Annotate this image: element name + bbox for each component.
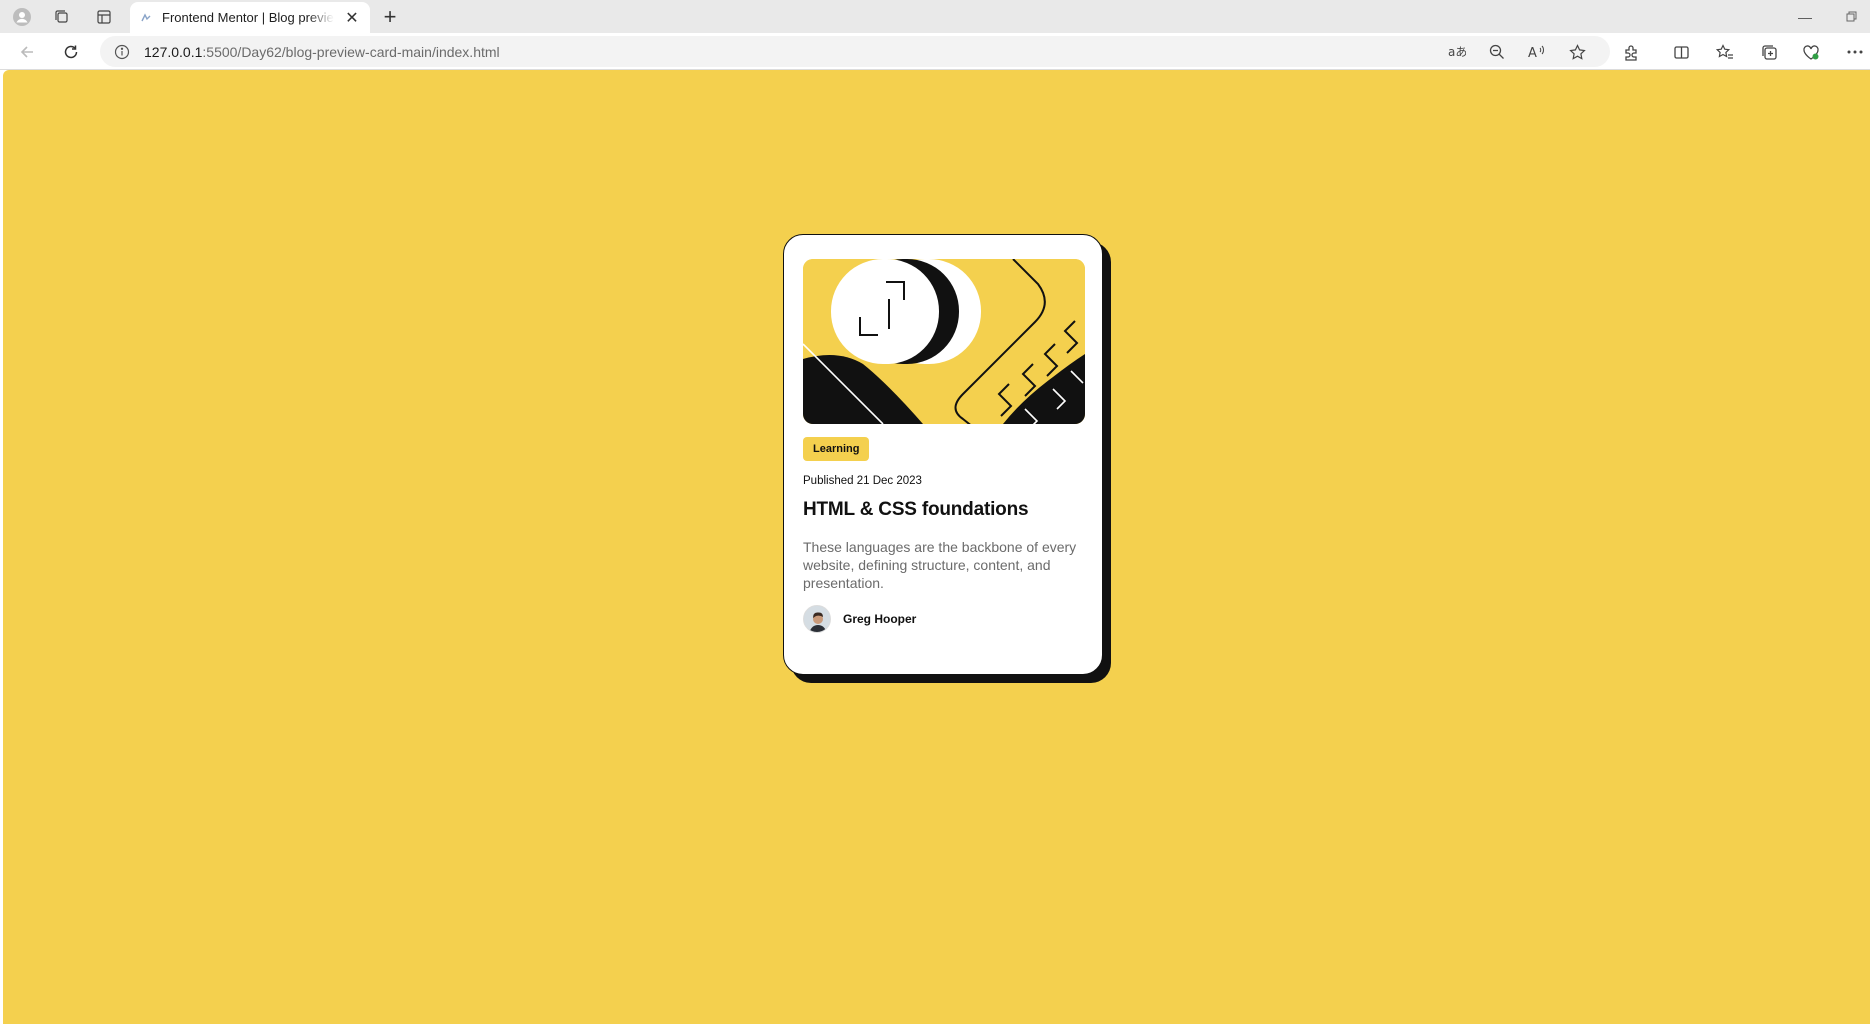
favorite-star-icon[interactable] [1562,37,1592,67]
close-tab-icon[interactable]: ✕ [344,8,360,28]
zoom-out-icon[interactable] [1482,37,1512,67]
tab-title: Frontend Mentor | Blog preview card [162,10,334,25]
split-screen-icon[interactable] [1666,37,1696,67]
page-viewport: Learning Published 21 Dec 2023 HTML & CS… [3,70,1870,1024]
workspaces-icon[interactable] [42,0,82,33]
restore-icon[interactable] [1828,0,1870,33]
category-tag: Learning [803,437,870,461]
published-date: Published 21 Dec 2023 [803,475,922,487]
svg-text:aあ: aあ [1448,45,1466,59]
back-button[interactable] [12,37,42,67]
address-bar[interactable]: 127.0.0.1:5500/Day62/blog-preview-card-m… [100,36,1610,67]
active-tab[interactable]: Frontend Mentor | Blog preview card ✕ [130,2,370,33]
collections-icon[interactable] [1754,37,1784,67]
browser-essentials-icon[interactable] [1796,37,1826,67]
extensions-icon[interactable] [1616,37,1646,67]
minimize-icon[interactable]: — [1782,0,1828,33]
card-description: These languages are the backbone of ever… [803,539,1077,591]
read-aloud-icon[interactable]: A [1522,37,1552,67]
refresh-button[interactable] [56,37,86,67]
tab-favicon-icon [141,12,151,21]
blog-preview-card: Learning Published 21 Dec 2023 HTML & CS… [783,234,1103,675]
author-name: Greg Hooper [843,612,917,626]
url-path: :5500/Day62/blog-preview-card-main/index… [202,43,500,60]
favorites-list-icon[interactable] [1710,37,1740,67]
translate-icon[interactable]: aあ [1442,37,1472,67]
navigation-bar: 127.0.0.1:5500/Day62/blog-preview-card-m… [0,33,1870,70]
svg-text:A: A [1528,46,1537,60]
avatar [803,605,831,633]
author: Greg Hooper [803,605,1083,633]
more-menu-icon[interactable] [1840,37,1870,67]
blog-illustration [803,259,1085,424]
card-title[interactable]: HTML & CSS foundations [803,499,1083,521]
vertical-tabs-icon[interactable] [84,0,124,33]
tab-bar: Frontend Mentor | Blog preview card ✕ + … [0,0,1870,33]
url-host: 127.0.0.1 [144,43,203,60]
profile-icon[interactable] [2,0,42,33]
site-info-icon[interactable] [114,44,130,60]
new-tab-icon[interactable]: + [374,2,406,32]
url-text[interactable]: 127.0.0.1:5500/Day62/blog-preview-card-m… [144,44,500,60]
